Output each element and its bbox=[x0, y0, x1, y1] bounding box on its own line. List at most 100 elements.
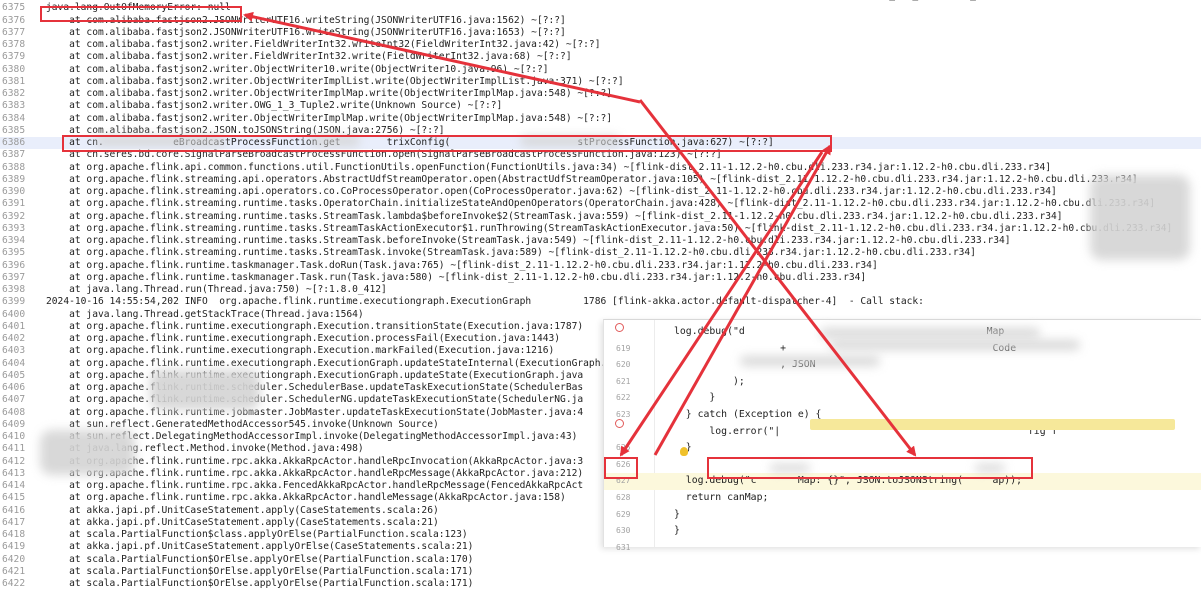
line-number: 6391 bbox=[2, 198, 26, 210]
log-line[interactable]: 6383 at com.alibaba.fastjson2.writer.OWG… bbox=[0, 100, 1201, 112]
code-line[interactable]: 629} bbox=[604, 507, 1201, 524]
line-number: 6376 bbox=[2, 14, 26, 26]
log-line[interactable]: 6381 at com.alibaba.fastjson2.writer.Obj… bbox=[0, 76, 1201, 88]
code-line-number: 620 bbox=[616, 360, 631, 370]
line-number: 6401 bbox=[2, 320, 26, 332]
line-number: 6389 bbox=[2, 173, 26, 185]
code-line[interactable]: 625 } bbox=[604, 440, 1201, 457]
line-number: 6408 bbox=[2, 406, 26, 418]
log-line[interactable]: 6378 at com.alibaba.fastjson2.writer.Fie… bbox=[0, 39, 1201, 51]
log-text: at org.apache.flink.runtime.executiongra… bbox=[46, 357, 630, 369]
redaction-blur bbox=[1090, 175, 1190, 260]
log-text: at org.apache.flink.streaming.runtime.ta… bbox=[46, 222, 1173, 234]
log-text: at java.lang.Thread.getStackTrace(Thread… bbox=[46, 308, 364, 320]
log-text: at org.apache.flink.runtime.executiongra… bbox=[46, 369, 584, 381]
log-text: at com.alibaba.fastjson2.writer.FieldWri… bbox=[46, 51, 572, 63]
line-number: 6395 bbox=[2, 247, 26, 259]
log-line[interactable]: 6382 at com.alibaba.fastjson2.writer.Obj… bbox=[0, 88, 1201, 100]
log-line[interactable]: 6395 at org.apache.flink.streaming.runti… bbox=[0, 247, 1201, 259]
log-line[interactable]: 6392 at org.apache.flink.streaming.runti… bbox=[0, 211, 1201, 223]
code-text: } bbox=[674, 508, 680, 520]
log-text: at akka.japi.pf.UnitCaseStatement.apply(… bbox=[46, 504, 439, 516]
code-line[interactable]: 630} bbox=[604, 523, 1201, 540]
line-number: 6404 bbox=[2, 357, 26, 369]
line-number: 6378 bbox=[2, 39, 26, 50]
code-line-number: 629 bbox=[616, 509, 631, 519]
breakpoint-marker-icon[interactable] bbox=[615, 419, 624, 428]
log-line[interactable]: 6380 at com.alibaba.fastjson2.writer.Obj… bbox=[0, 64, 1201, 76]
log-line[interactable]: 6388 at org.apache.flink.api.common.func… bbox=[0, 162, 1201, 174]
line-number: 6407 bbox=[2, 394, 26, 406]
log-text: at org.apache.flink.runtime.rpc.akka.Fen… bbox=[46, 480, 584, 491]
log-text: at org.apache.flink.runtime.executiongra… bbox=[46, 333, 561, 344]
stack-frame-annotation-box bbox=[62, 135, 832, 152]
log-line[interactable]: 6396 at org.apache.flink.runtime.taskman… bbox=[0, 260, 1201, 272]
highlighted-text-band bbox=[810, 419, 1175, 430]
log-line[interactable]: 6391 at org.apache.flink.streaming.runti… bbox=[0, 198, 1201, 210]
line-number: 6398 bbox=[2, 284, 26, 295]
log-line[interactable]: 6398 at java.lang.Thread.run(Thread.java… bbox=[0, 284, 1201, 296]
line-number: 6397 bbox=[2, 271, 26, 283]
log-line[interactable]: 6379 at com.alibaba.fastjson2.writer.Fie… bbox=[0, 51, 1201, 63]
code-line[interactable]: 620 , JSON bbox=[604, 357, 1201, 374]
log-text: at org.apache.flink.streaming.runtime.ta… bbox=[46, 235, 1011, 246]
line-number: 6393 bbox=[2, 222, 26, 234]
code-line-number: 630 bbox=[616, 526, 631, 536]
line-number: 6416 bbox=[2, 504, 26, 516]
log-text: at scala.PartialFunction$OrElse.applyOrE… bbox=[46, 553, 474, 565]
log-line[interactable]: 6397 at org.apache.flink.runtime.taskman… bbox=[0, 272, 1201, 284]
code-text: ); bbox=[674, 375, 745, 387]
line-number: 6411 bbox=[2, 443, 26, 455]
code-line[interactable]: 631 bbox=[604, 540, 1201, 557]
log-text: 2024-10-16 14:55:54,202 INFO org.apache.… bbox=[46, 296, 924, 308]
line-number: 6383 bbox=[2, 100, 26, 112]
code-line-number: 631 bbox=[616, 542, 631, 552]
log-line[interactable]: 6389 at org.apache.flink.streaming.api.o… bbox=[0, 174, 1201, 186]
line-number: 6399 bbox=[2, 296, 26, 308]
line-number: 6403 bbox=[2, 345, 26, 357]
line-number: 6379 bbox=[2, 51, 26, 63]
line-number: 6412 bbox=[2, 455, 26, 467]
log-text: at java.lang.Thread.run(Thread.java:750)… bbox=[46, 284, 387, 295]
line-number: 6387 bbox=[2, 149, 26, 161]
log-text: at org.apache.flink.runtime.jobmaster.Jo… bbox=[46, 406, 584, 418]
log-line[interactable]: 6421 at scala.PartialFunction$OrElse.app… bbox=[0, 566, 1201, 578]
code-line[interactable]: 621 ); bbox=[604, 374, 1201, 391]
log-line[interactable]: 6390 at org.apache.flink.streaming.api.o… bbox=[0, 186, 1201, 198]
log-text: at org.apache.flink.runtime.taskmanager.… bbox=[46, 259, 878, 271]
code-line[interactable]: 628 return canMap; bbox=[604, 490, 1201, 507]
log-line[interactable]: 6422 at scala.PartialFunction$OrElse.app… bbox=[0, 578, 1201, 590]
log-text: at com.alibaba.fastjson2.writer.OWG_1_3_… bbox=[46, 100, 503, 112]
code-editor-panel[interactable]: log.debug("d Map619 + Code620 , JSON621 … bbox=[603, 319, 1201, 552]
log-line[interactable]: 6394 at org.apache.flink.streaming.runti… bbox=[0, 235, 1201, 247]
redaction-blur bbox=[740, 356, 880, 366]
code-text: } bbox=[674, 392, 716, 404]
redaction-blur bbox=[830, 340, 1080, 350]
log-text: at org.apache.flink.streaming.runtime.ta… bbox=[46, 198, 1155, 210]
code-line-number: 622 bbox=[616, 393, 631, 403]
log-line[interactable]: 6399 2024-10-16 14:55:54,202 INFO org.apa… bbox=[0, 296, 1201, 308]
log-line[interactable]: 6384 at com.alibaba.fastjson2.writer.Obj… bbox=[0, 113, 1201, 125]
breakpoint-marker-icon[interactable] bbox=[615, 323, 624, 332]
log-text: at com.alibaba.fastjson2.JSONWriterUTF16… bbox=[46, 26, 566, 38]
line-number: 6400 bbox=[2, 308, 26, 320]
log-line[interactable]: 6377 at com.alibaba.fastjson2.JSONWriter… bbox=[0, 27, 1201, 39]
line-number: 6390 bbox=[2, 186, 26, 197]
code-text: } bbox=[674, 525, 680, 537]
code-line[interactable]: 622 } bbox=[604, 390, 1201, 407]
log-text: at scala.PartialFunction$class.applyOrEl… bbox=[46, 529, 468, 540]
code-line-number: 619 bbox=[616, 343, 631, 353]
code-line-number: 625 bbox=[616, 443, 631, 453]
line-number: 6415 bbox=[2, 492, 26, 504]
log-text: at org.apache.flink.streaming.api.operat… bbox=[46, 186, 1057, 197]
line-number: 6419 bbox=[2, 541, 26, 553]
log-text: at org.apache.flink.streaming.api.operat… bbox=[46, 173, 1138, 185]
log-line[interactable]: 6393 at org.apache.flink.streaming.runti… bbox=[0, 223, 1201, 235]
line-number: 6396 bbox=[2, 259, 26, 271]
line-number: 6377 bbox=[2, 26, 26, 38]
log-text: at org.apache.flink.runtime.executiongra… bbox=[46, 345, 555, 357]
line-number: 6385 bbox=[2, 124, 26, 136]
line-number: 6394 bbox=[2, 235, 26, 246]
line-number: 6410 bbox=[2, 431, 26, 442]
lightbulb-icon[interactable] bbox=[680, 447, 688, 456]
